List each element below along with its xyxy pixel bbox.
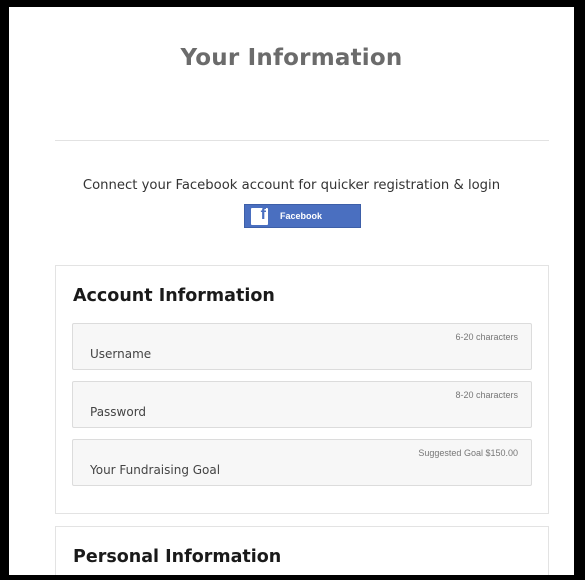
fundraising-goal-label: Your Fundraising Goal	[90, 463, 221, 477]
page-title: Your Information	[180, 45, 403, 71]
registration-form-frame: Your Information Connect your Facebook a…	[9, 7, 574, 575]
fundraising-goal-field[interactable]: Suggested Goal $150.00 Your Fundraising …	[72, 439, 532, 486]
facebook-connect-prompt: Connect your Facebook account for quicke…	[82, 178, 501, 193]
username-field[interactable]: 6-20 characters Username	[72, 323, 532, 370]
account-information-title: Account Information	[73, 286, 275, 306]
personal-information-title: Personal Information	[73, 547, 282, 567]
facebook-connect-button[interactable]: f Facebook	[244, 204, 361, 228]
section-divider	[55, 140, 549, 141]
facebook-button-label: Facebook	[280, 211, 323, 221]
personal-information-card: Personal Information	[55, 526, 549, 575]
account-information-card: Account Information 6-20 characters User…	[55, 265, 549, 514]
fundraising-goal-hint: Suggested Goal $150.00	[418, 448, 518, 458]
facebook-f-icon: f	[251, 207, 268, 225]
password-label: Password	[90, 405, 147, 419]
password-hint: 8-20 characters	[455, 390, 518, 400]
password-field[interactable]: 8-20 characters Password	[72, 381, 532, 428]
username-hint: 6-20 characters	[455, 332, 518, 342]
username-label: Username	[90, 347, 152, 361]
